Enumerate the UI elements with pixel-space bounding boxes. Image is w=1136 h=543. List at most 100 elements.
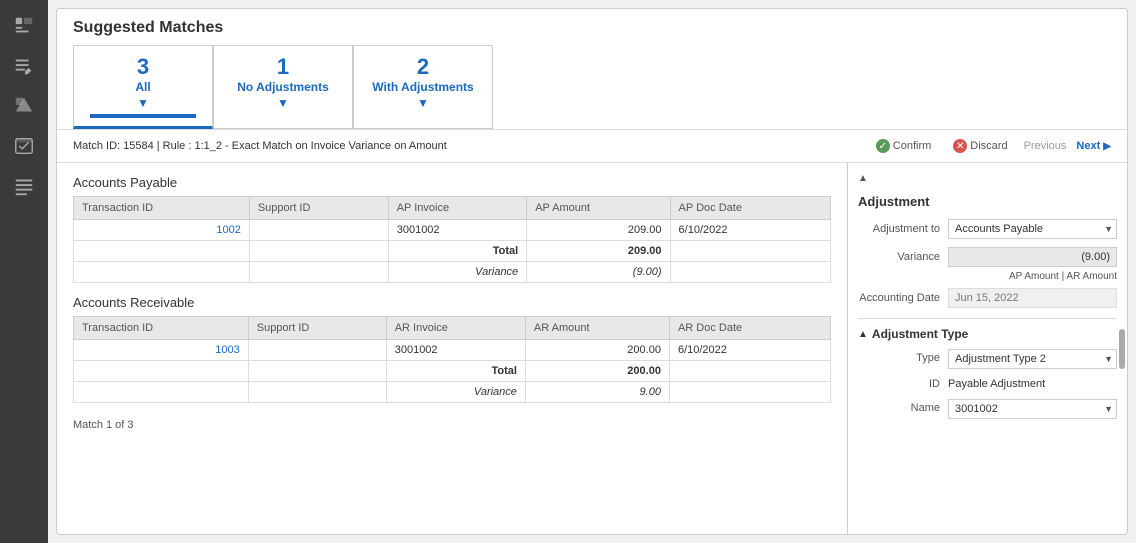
tab-with-adj-label: With Adjustments: [370, 80, 476, 94]
previous-label: Previous: [1024, 140, 1067, 152]
tab-with-adjustments[interactable]: 2 With Adjustments ▼: [353, 45, 493, 129]
tab-all-arrow: ▼: [90, 96, 196, 110]
ap-amount: 209.00: [527, 220, 670, 241]
ap-col-support-id: Support ID: [249, 197, 388, 220]
tab-no-adj-label: No Adjustments: [230, 80, 336, 94]
scroll-up-indicator: ▲: [858, 173, 868, 184]
accounts-receivable-table: Transaction ID Support ID AR Invoice AR …: [73, 316, 831, 403]
id-value: Payable Adjustment: [948, 375, 1117, 393]
adjustment-title: Adjustment: [858, 194, 1117, 209]
ar-variance-label-cell: [74, 382, 249, 403]
ap-variance-row: Variance (9.00): [74, 262, 831, 283]
ap-variance-empty2: [670, 262, 830, 283]
ap-transaction-id: 1002: [74, 220, 250, 241]
ap-doc-date: 6/10/2022: [670, 220, 830, 241]
tab-row: 3 All ▼ 1 No Adjustments ▼ 2 With Adj: [73, 45, 1111, 129]
table-row: 1002 3001002 209.00 6/10/2022: [74, 220, 831, 241]
type-select[interactable]: Adjustment Type 2: [948, 349, 1117, 369]
tab-all-count: 3: [90, 54, 196, 80]
scrollbar-thumb: [1119, 329, 1125, 369]
tab-all-bar: [90, 114, 196, 118]
ap-total-amount: 209.00: [527, 241, 670, 262]
ar-variance-empty1: [248, 382, 386, 403]
accounts-payable-title: Accounts Payable: [73, 175, 831, 190]
ar-variance-row: Variance 9.00: [74, 382, 831, 403]
adjustment-to-select-wrapper: Accounts Payable ▼: [948, 219, 1117, 239]
adjustment-type-title: Adjustment Type: [872, 327, 968, 341]
panel-header: Suggested Matches 3 All ▼ 1 No Adjustmen…: [57, 9, 1127, 129]
ar-variance-label: Variance: [386, 382, 525, 403]
checklist-icon[interactable]: [6, 128, 42, 164]
ap-col-invoice: AP Invoice: [388, 197, 526, 220]
adjustment-to-select[interactable]: Accounts Payable: [948, 219, 1117, 239]
ar-support-id: [248, 340, 386, 361]
tab-all[interactable]: 3 All ▼: [73, 45, 213, 129]
ar-total-label-cell: [74, 361, 249, 382]
type-select-wrapper: Adjustment Type 2 ▼: [948, 349, 1117, 369]
ap-variance-amount: (9.00): [527, 262, 670, 283]
name-select[interactable]: 3001002: [948, 399, 1117, 419]
table-row: 1003 3001002 200.00 6/10/2022: [74, 340, 831, 361]
ap-support-id: [249, 220, 388, 241]
tab-no-adjustments[interactable]: 1 No Adjustments ▼: [213, 45, 353, 129]
next-icon: ▶: [1103, 141, 1111, 152]
variance-value: (9.00): [948, 247, 1117, 267]
match-info-bar: Match ID: 15584 | Rule : 1:1_2 - Exact M…: [57, 129, 1127, 163]
collapse-icon[interactable]: ▲: [858, 329, 868, 340]
suggested-matches-panel: Suggested Matches 3 All ▼ 1 No Adjustmen…: [56, 8, 1128, 535]
ap-total-empty2: [670, 241, 830, 262]
match-footer: Match 1 of 3: [73, 415, 831, 435]
ar-transaction-id: 1003: [74, 340, 249, 361]
document-list-icon[interactable]: [6, 8, 42, 44]
ar-total-row: Total 200.00: [74, 361, 831, 382]
adjustment-type-section: ▲ Adjustment Type Type Adjustment Type 2: [858, 318, 1117, 419]
next-button[interactable]: Next ▶: [1076, 140, 1111, 152]
id-label: ID: [858, 375, 948, 390]
accounting-date-row: Accounting Date Jun 15, 2022: [858, 288, 1117, 308]
edit-list-icon[interactable]: [6, 48, 42, 84]
discard-label: Discard: [970, 140, 1007, 152]
ap-variance-label: Variance: [388, 262, 526, 283]
ar-col-doc-date: AR Doc Date: [669, 317, 830, 340]
ar-total-empty1: [248, 361, 386, 382]
ar-invoice: 3001002: [386, 340, 525, 361]
lines-icon[interactable]: [6, 168, 42, 204]
panel-title: Suggested Matches: [73, 19, 1111, 37]
next-label: Next: [1076, 140, 1100, 152]
ar-total-empty2: [669, 361, 830, 382]
confirm-label: Confirm: [893, 140, 932, 152]
ap-invoice: 3001002: [388, 220, 526, 241]
tab-no-adj-count: 1: [230, 54, 336, 80]
adjustment-to-control: Accounts Payable ▼: [948, 219, 1117, 239]
tab-all-label: All: [90, 80, 196, 94]
confirm-button[interactable]: ✓ Confirm: [870, 136, 938, 156]
main-content: Suggested Matches 3 All ▼ 1 No Adjustmen…: [48, 0, 1136, 543]
ap-col-amount: AP Amount: [527, 197, 670, 220]
discard-button[interactable]: ✕ Discard: [947, 136, 1013, 156]
confirm-icon: ✓: [876, 139, 890, 153]
ar-total-label: Total: [386, 361, 525, 382]
accounts-receivable-title: Accounts Receivable: [73, 295, 831, 310]
adjustment-to-field: Adjustment to Accounts Payable ▼: [858, 219, 1117, 239]
name-label: Name: [858, 399, 948, 414]
previous-button[interactable]: Previous: [1024, 140, 1067, 152]
ap-total-row: Total 209.00: [74, 241, 831, 262]
shapes-icon[interactable]: [6, 88, 42, 124]
discard-icon: ✕: [953, 139, 967, 153]
ar-doc-date: 6/10/2022: [669, 340, 830, 361]
variance-label: Variance: [858, 251, 948, 263]
tab-with-adj-count: 2: [370, 54, 476, 80]
match-info-text: Match ID: 15584 | Rule : 1:1_2 - Exact M…: [73, 140, 447, 152]
ar-col-transaction-id: Transaction ID: [74, 317, 249, 340]
tab-no-adj-arrow: ▼: [230, 96, 336, 110]
accounts-payable-table: Transaction ID Support ID AP Invoice AP …: [73, 196, 831, 283]
content-area: Accounts Payable Transaction ID Support …: [57, 163, 1127, 534]
variance-row: Variance (9.00): [858, 247, 1117, 267]
match-actions: ✓ Confirm ✕ Discard Previous Next ▶: [870, 136, 1111, 156]
accounting-date-label: Accounting Date: [858, 292, 948, 304]
ap-col-doc-date: AP Doc Date: [670, 197, 830, 220]
tab-with-adj-arrow: ▼: [370, 96, 476, 110]
tables-area: Accounts Payable Transaction ID Support …: [57, 163, 847, 534]
ar-col-invoice: AR Invoice: [386, 317, 525, 340]
ar-col-amount: AR Amount: [525, 317, 669, 340]
